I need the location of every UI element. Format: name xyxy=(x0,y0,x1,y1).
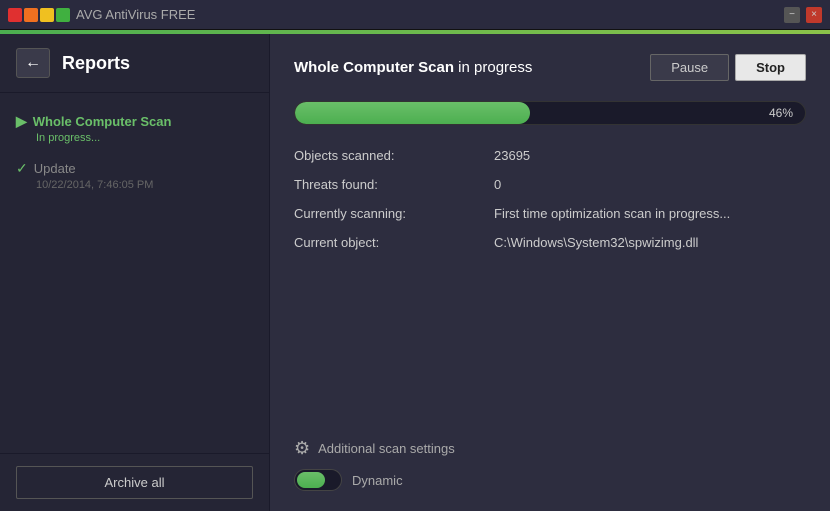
stat-value-2: First time optimization scan in progress… xyxy=(494,203,806,224)
app-title: AVG AntiVirus FREE xyxy=(76,7,195,22)
wcs-status: In progress... xyxy=(36,132,253,144)
sidebar-item-update[interactable]: ✓ Update 10/22/2014, 7:46:05 PM xyxy=(0,152,269,199)
stat-label-3: Current object: xyxy=(294,232,494,253)
check-circle-icon: ✓ xyxy=(16,160,28,177)
avg-logo xyxy=(8,8,70,22)
sidebar-footer: Archive all xyxy=(0,453,269,511)
stat-value-0: 23695 xyxy=(494,145,806,166)
sidebar-items: ▶ Whole Computer Scan In progress... ✓ U… xyxy=(0,93,269,453)
progress-bar xyxy=(295,102,530,124)
sidebar: ← Reports ▶ Whole Computer Scan In progr… xyxy=(0,34,270,511)
scan-title-text: Whole Computer Scan xyxy=(294,59,454,76)
gear-icon: ⚙ xyxy=(294,438,310,459)
main-content: Whole Computer Scan in progress Pause St… xyxy=(270,34,830,511)
title-bar-left: AVG AntiVirus FREE xyxy=(8,7,195,22)
sidebar-item-whole-computer-scan[interactable]: ▶ Whole Computer Scan In progress... xyxy=(0,105,269,152)
toggle-row: Dynamic xyxy=(294,469,806,491)
scan-title: Whole Computer Scan in progress xyxy=(294,59,532,76)
logo-block-green xyxy=(56,8,70,22)
stop-button[interactable]: Stop xyxy=(735,54,806,81)
additional-settings-row: ⚙ Additional scan settings xyxy=(294,428,806,459)
app-body: ← Reports ▶ Whole Computer Scan In progr… xyxy=(0,34,830,511)
close-button[interactable]: × xyxy=(806,7,822,23)
window-controls: − × xyxy=(784,7,822,23)
app-name-bold: AVG xyxy=(76,7,103,22)
stat-label-0: Objects scanned: xyxy=(294,145,494,166)
toggle-label: Dynamic xyxy=(352,473,403,488)
scan-header: Whole Computer Scan in progress Pause St… xyxy=(294,54,806,81)
sidebar-item-title-update: ✓ Update xyxy=(16,160,253,177)
wcs-label: Whole Computer Scan xyxy=(33,114,172,129)
logo-block-red xyxy=(8,8,22,22)
back-button[interactable]: ← xyxy=(16,48,50,78)
stat-value-1: 0 xyxy=(494,174,806,195)
sidebar-title: Reports xyxy=(62,53,130,74)
minimize-button[interactable]: − xyxy=(784,7,800,23)
stat-value-3: C:\Windows\System32\spwizimg.dll xyxy=(494,232,806,253)
additional-settings-label[interactable]: Additional scan settings xyxy=(318,441,455,456)
toggle-inner xyxy=(297,472,325,488)
update-date: 10/22/2014, 7:46:05 PM xyxy=(36,179,253,191)
dynamic-toggle[interactable] xyxy=(294,469,342,491)
sidebar-header: ← Reports xyxy=(0,34,269,93)
app-name-suffix: AntiVirus FREE xyxy=(103,7,196,22)
archive-all-button[interactable]: Archive all xyxy=(16,466,253,499)
scan-buttons: Pause Stop xyxy=(650,54,806,81)
logo-block-yellow xyxy=(40,8,54,22)
stat-label-2: Currently scanning: xyxy=(294,203,494,224)
progress-label: 46% xyxy=(769,106,793,120)
play-circle-icon: ▶ xyxy=(16,113,27,130)
sidebar-item-title-wcs: ▶ Whole Computer Scan xyxy=(16,113,253,130)
title-bar: AVG AntiVirus FREE − × xyxy=(0,0,830,30)
pause-button[interactable]: Pause xyxy=(650,54,729,81)
stats-grid: Objects scanned: 23695 Threats found: 0 … xyxy=(294,145,806,253)
logo-block-orange xyxy=(24,8,38,22)
stat-label-1: Threats found: xyxy=(294,174,494,195)
scan-status-label: in progress xyxy=(454,59,532,76)
update-label: Update xyxy=(34,161,76,176)
progress-container: 46% xyxy=(294,101,806,125)
